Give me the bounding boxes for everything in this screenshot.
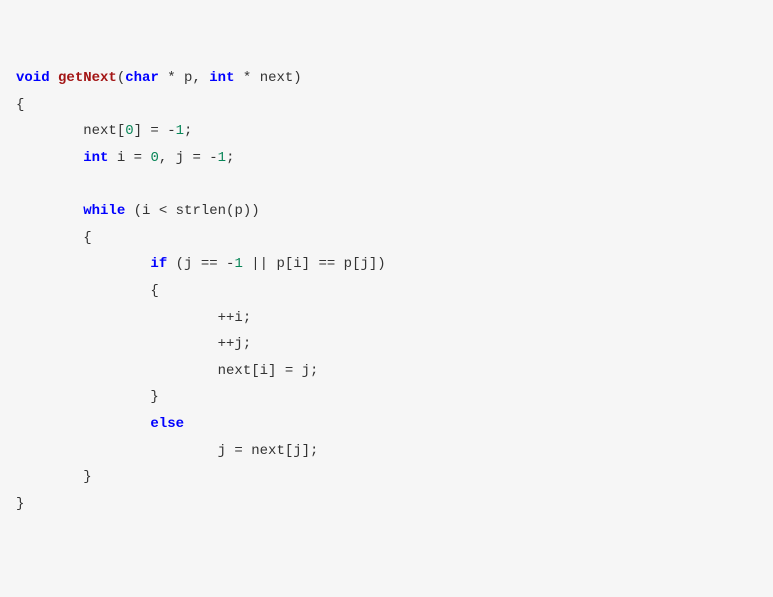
num-0: 0 — [125, 123, 133, 139]
brace-open: { — [16, 97, 24, 113]
num-1c: 1 — [234, 256, 242, 272]
line-3pad — [16, 203, 83, 219]
line-2a: i = — [108, 150, 150, 166]
brace-close: } — [16, 496, 24, 512]
keyword-else: else — [150, 416, 184, 432]
line-5a: (j == - — [167, 256, 234, 272]
line-2pad — [16, 150, 83, 166]
line-5pad — [16, 256, 150, 272]
keyword-void: void — [16, 70, 50, 86]
code-block: void getNext(char * p, int * next) { nex… — [16, 65, 757, 517]
sig-p: * p, — [159, 70, 209, 86]
keyword-int: int — [209, 70, 234, 86]
line-9: next[i] = j; — [16, 363, 318, 379]
line-4: { — [16, 230, 92, 246]
line-2c: ; — [226, 150, 234, 166]
line-11pad — [16, 416, 150, 432]
line-1c: ; — [184, 123, 192, 139]
line-8: ++j; — [16, 336, 251, 352]
line-1a: next[ — [16, 123, 125, 139]
line-6: { — [16, 283, 159, 299]
line-12: j = next[j]; — [16, 443, 318, 459]
sig-next: * next) — [234, 70, 301, 86]
line-1b: ] = - — [134, 123, 176, 139]
num-0b: 0 — [150, 150, 158, 166]
keyword-char: char — [125, 70, 159, 86]
line-5b: || p[i] == p[j]) — [243, 256, 386, 272]
keyword-int2: int — [83, 150, 108, 166]
line-2b: , j = - — [159, 150, 218, 166]
line-7: ++i; — [16, 310, 251, 326]
num-1: 1 — [176, 123, 184, 139]
sig-open: ( — [117, 70, 125, 86]
keyword-while: while — [83, 203, 125, 219]
line-10: } — [16, 389, 159, 405]
line-3a: (i < strlen(p)) — [125, 203, 259, 219]
keyword-if: if — [150, 256, 167, 272]
function-name: getNext — [58, 70, 117, 86]
num-1b: 1 — [218, 150, 226, 166]
line-13: } — [16, 469, 92, 485]
